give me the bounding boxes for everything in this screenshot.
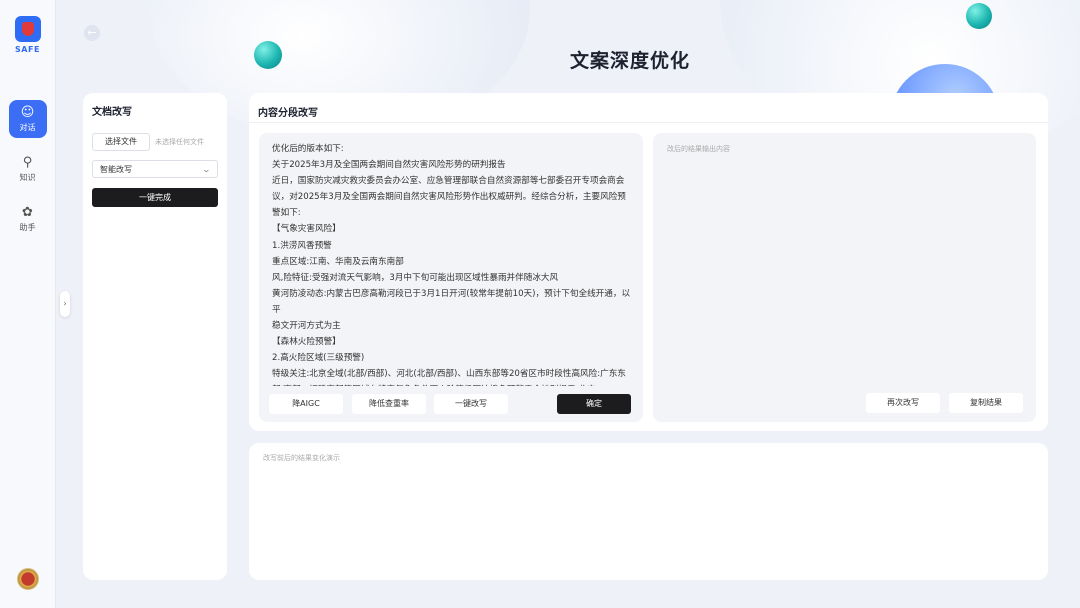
- chat-icon: ☺: [20, 104, 35, 120]
- source-content-text[interactable]: 优化后的版本如下: 关于2025年3月及全国两会期间自然灾害风险形势的研判报告 …: [272, 141, 632, 386]
- rewrite-mode-value: 智能改写: [100, 164, 132, 174]
- doc-panel-title: 文档改写: [92, 107, 132, 118]
- choose-file-button[interactable]: 选择文件: [92, 133, 150, 151]
- reduce-aigc-button[interactable]: 降AIGC: [269, 394, 343, 414]
- segment-rewrite-panel: 内容分段改写 优化后的版本如下: 关于2025年3月及全国两会期间自然灾害风险形…: [249, 93, 1048, 431]
- segment-panel-title: 内容分段改写: [249, 93, 1048, 123]
- expand-sidebar-chevron-icon[interactable]: ›: [60, 291, 70, 317]
- compare-panel: 改写前后的结果变化演示: [249, 443, 1048, 580]
- content-line: 重点区域:江南、华南及云南东南部: [272, 256, 404, 267]
- content-line: 稳文开河方式为主: [272, 321, 341, 332]
- copy-result-button[interactable]: 复制结果: [949, 393, 1023, 413]
- nav-item-assistant[interactable]: ✿ 助手: [9, 200, 47, 238]
- rewrite-again-button[interactable]: 再次改写: [866, 393, 940, 413]
- content-line: 近日，国家防灾减灾救灾委员会办公室、应急管理部联合自然资源部等七部委召开专项会商…: [272, 176, 626, 219]
- content-line: 1.洪涝风香预警: [272, 240, 332, 251]
- page-title: 文案深度优化: [569, 50, 690, 72]
- file-picker-row: 选择文件 未选择任何文件: [92, 133, 218, 151]
- output-placeholder: 改后的结果输出内容: [667, 145, 730, 153]
- doc-rewrite-panel: 文档改写 选择文件 未选择任何文件 智能改写 ⌄ 一键完成: [83, 93, 227, 580]
- content-line: 【森林火险预警】: [272, 337, 341, 348]
- app-logo-icon: [14, 16, 41, 42]
- content-line: 特级关注:北京全域(北部/西部)、河北(北部/西部)、山西东部等20省区市时段性…: [272, 369, 626, 386]
- source-content-box[interactable]: 优化后的版本如下: 关于2025年3月及全国两会期间自然灾害风险形势的研判报告 …: [259, 133, 643, 422]
- content-line: 风,险特征:受强对流天气影响，3月中下旬可能出现区域性暴雨并伴随冰大风: [272, 272, 559, 283]
- nav-rail: SAFE ☺ 对话 ⚲ 知识 ✿ 助手: [0, 0, 56, 608]
- one-key-rewrite-button[interactable]: 一键改写: [434, 394, 508, 414]
- nav-item-label: 对话: [19, 122, 36, 132]
- chevron-down-icon: ⌄: [201, 164, 212, 174]
- compare-placeholder: 改写前后的结果变化演示: [263, 454, 340, 462]
- nav-item-chat[interactable]: ☺ 对话: [8, 100, 47, 138]
- confirm-button[interactable]: 确定: [557, 394, 631, 414]
- file-status-text: 未选择任何文件: [155, 138, 204, 146]
- rewrite-mode-select[interactable]: 智能改写 ⌄: [92, 160, 218, 178]
- back-arrow-icon[interactable]: ←: [84, 25, 100, 41]
- source-action-row: 降AIGC 降低查重率 一键改写 确定: [269, 394, 635, 414]
- content-line: 黄河防凌动态:内蒙古巴彦高勒河段已于3月1日开河(较常年提前10天)，预计下旬全…: [272, 288, 631, 315]
- content-line: 2.高火险区域(三级预警): [272, 353, 365, 364]
- nav-item-label: 助手: [19, 222, 36, 232]
- nav-item-knowledge[interactable]: ⚲ 知识: [9, 150, 47, 188]
- avatar[interactable]: [16, 568, 39, 590]
- content-line: 优化后的版本如下:: [272, 144, 344, 154]
- assistant-icon: ✿: [22, 204, 33, 220]
- result-output-box: 改后的结果输出内容 再次改写 复制结果: [653, 133, 1036, 422]
- reduce-duplicate-rate-button[interactable]: 降低查重率: [352, 394, 426, 414]
- knowledge-icon: ⚲: [22, 154, 33, 170]
- content-line: 关于2025年3月及全国两会期间自然灾害风险形势的研判报告: [272, 160, 506, 171]
- content-line: 【气象灾害风险】: [272, 224, 341, 235]
- nav-item-label: 知识: [19, 172, 36, 182]
- one-click-complete-button[interactable]: 一键完成: [92, 188, 218, 207]
